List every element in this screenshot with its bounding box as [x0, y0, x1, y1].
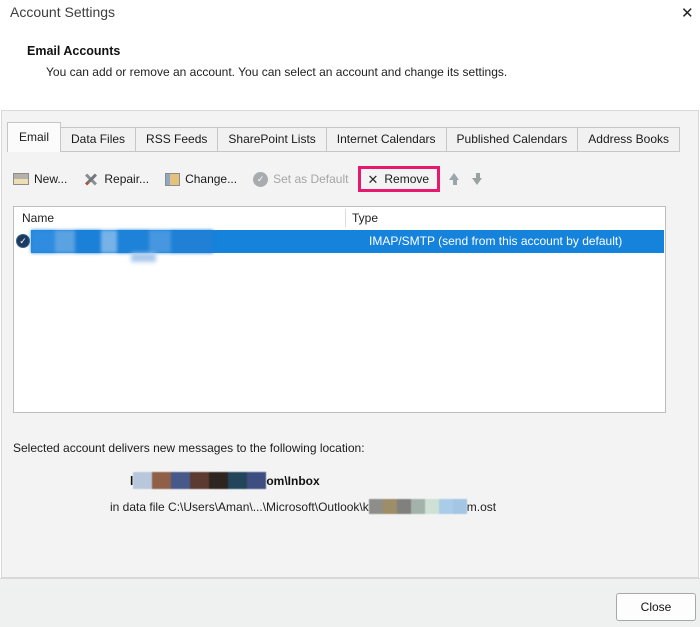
repair-button[interactable]: Repair... [83, 171, 149, 187]
change-notebook-icon [165, 172, 181, 186]
redacted-file-name [368, 499, 467, 514]
tab-sharepoint-lists[interactable]: SharePoint Lists [217, 127, 327, 152]
account-path-suffix: om\Inbox [266, 473, 320, 488]
data-file-path: in data file C:\Users\Aman\...\Microsoft… [110, 499, 496, 514]
tab-internet-calendars[interactable]: Internet Calendars [325, 127, 447, 152]
data-file-suffix: m.ost [466, 499, 497, 514]
change-label: Change... [185, 172, 238, 186]
new-account-button[interactable]: New... [13, 172, 67, 186]
tab-data-files[interactable]: Data Files [60, 127, 137, 152]
new-account-label: New... [34, 172, 68, 186]
tab-bar: Email Data Files RSS Feeds SharePoint Li… [7, 121, 680, 152]
page-description: You can add or remove an account. You ca… [46, 65, 508, 79]
account-type-text: IMAP/SMTP (send from this account by def… [369, 234, 623, 248]
column-header-type[interactable]: Type [352, 211, 378, 225]
repair-label: Repair... [104, 172, 150, 186]
tab-published-calendars[interactable]: Published Calendars [445, 127, 579, 152]
close-icon[interactable]: ✕ [679, 2, 696, 24]
column-divider[interactable] [345, 209, 346, 227]
table-row[interactable]: ✓ IMAP/SMTP (send from this account by d… [15, 230, 664, 262]
move-down-button[interactable] [471, 172, 484, 186]
tab-email[interactable]: Email [7, 122, 62, 152]
default-account-badge-icon: ✓ [16, 234, 30, 248]
data-file-prefix: in data file C:\Users\Aman\...\Microsoft… [110, 499, 369, 514]
redacted-account-name [31, 230, 213, 253]
account-toolbar: New... Repair... Change... ✓ Set as Defa… [13, 160, 494, 198]
change-button[interactable]: Change... [165, 172, 237, 186]
selected-row-highlight: IMAP/SMTP (send from this account by def… [31, 230, 664, 253]
window-title: Account Settings [10, 4, 116, 20]
set-as-default-button[interactable]: ✓ Set as Default [253, 171, 349, 187]
tab-address-books[interactable]: Address Books [577, 127, 680, 152]
tab-rss-feeds[interactable]: RSS Feeds [135, 127, 219, 152]
move-up-button[interactable] [448, 172, 461, 186]
redacted-account-address [133, 472, 267, 489]
account-inbox-path: l om\Inbox [130, 472, 320, 489]
accounts-table: Name Type ✓ IMAP/SMTP (send from this ac… [13, 206, 666, 413]
repair-tools-icon [83, 171, 99, 187]
default-check-icon: ✓ [253, 171, 269, 187]
remove-button-highlight[interactable]: ✕ Remove [358, 166, 441, 192]
page-title: Email Accounts [27, 44, 121, 58]
new-mail-icon [13, 173, 29, 185]
dialog-footer [0, 578, 700, 627]
delivery-location-text: Selected account delivers new messages t… [13, 441, 365, 455]
column-header-name[interactable]: Name [22, 211, 54, 225]
redaction-overflow [131, 253, 156, 262]
remove-x-icon: ✕ [367, 171, 379, 187]
set-as-default-label: Set as Default [273, 172, 349, 186]
remove-label: Remove [384, 172, 430, 186]
close-button[interactable]: Close [616, 593, 696, 621]
